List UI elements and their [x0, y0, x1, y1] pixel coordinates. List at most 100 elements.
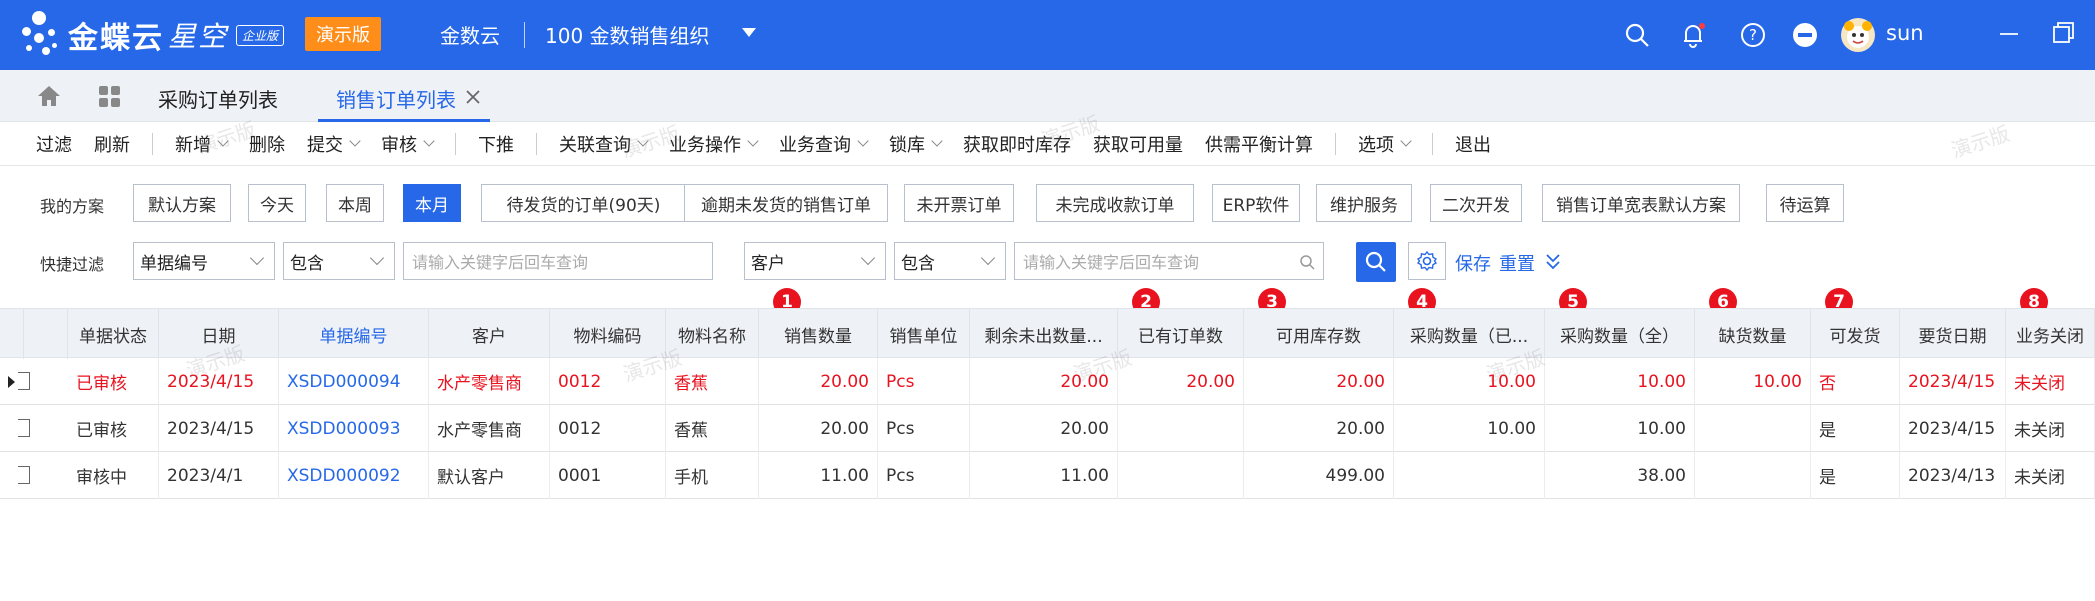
- filter-settings-button[interactable]: [1408, 242, 1446, 280]
- toolbar-item-label: 获取即时库存: [963, 134, 1071, 156]
- toolbar-item-5[interactable]: 审核: [381, 131, 435, 157]
- column-header-15[interactable]: 要货日期: [1900, 309, 2006, 359]
- table-cell: 是: [1811, 405, 1900, 452]
- table-row[interactable]: 已审核 2023/4/15 XSDD000093 水产零售商 0012 香蕉 20.00 Pc…: [0, 405, 2095, 452]
- toolbar-item-8[interactable]: 业务操作: [669, 131, 759, 157]
- scheme-button-8[interactable]: ERP软件: [1212, 184, 1300, 222]
- toolbar-item-label: 供需平衡计算: [1205, 134, 1313, 156]
- row-checkbox[interactable]: [18, 419, 30, 437]
- scheme-button-6[interactable]: 未开票订单: [904, 184, 1014, 222]
- chevron-down-icon: [349, 135, 361, 147]
- toolbar-item-label: 关联查询: [559, 134, 631, 156]
- column-header-14[interactable]: 可发货: [1811, 309, 1900, 359]
- toolbar-item-9[interactable]: 业务查询: [779, 131, 869, 157]
- search-icon: [1365, 251, 1386, 272]
- scheme-button-4[interactable]: 待发货的订单(90天): [481, 184, 686, 222]
- org-selector[interactable]: 100 金数销售组织: [545, 20, 710, 49]
- save-filter-link[interactable]: 保存: [1455, 250, 1491, 276]
- column-header-13[interactable]: 缺货数量: [1695, 309, 1811, 359]
- tab-sales-order-list[interactable]: 销售订单列表: [336, 84, 456, 113]
- user-name[interactable]: sun: [1886, 21, 1924, 45]
- scheme-button-10[interactable]: 二次开发: [1430, 184, 1522, 222]
- column-header-12[interactable]: 采购数量（全）: [1545, 309, 1695, 359]
- scheme-button-11[interactable]: 销售订单宽表默认方案: [1542, 184, 1740, 222]
- toolbar-item-4[interactable]: 提交: [307, 131, 361, 157]
- more-icon[interactable]: [1790, 20, 1820, 50]
- app-logo[interactable]: 金蝶云 星空 企业版: [18, 0, 285, 70]
- table-row[interactable]: 审核中 2023/4/1 XSDD000092 默认客户 0001 手机 11.00 Pcs 1…: [0, 452, 2095, 499]
- column-header-7[interactable]: 销售单位: [878, 309, 970, 359]
- table-header: 单据状态 日期 单据编号 客户 物料编码 物料名称 销售数量 销售单位 剩余未出数量... 已有订…: [0, 308, 2095, 359]
- tab-purchase-order-list[interactable]: 采购订单列表: [158, 84, 278, 113]
- avatar[interactable]: [1840, 17, 1876, 53]
- column-header-16[interactable]: 业务关闭: [2006, 309, 2095, 359]
- scheme-button-5[interactable]: 逾期未发货的销售订单: [684, 184, 888, 222]
- scheme-button-2[interactable]: 本周: [326, 184, 384, 222]
- row-checkbox[interactable]: [18, 372, 30, 390]
- scheme-button-12[interactable]: 待运算: [1766, 184, 1844, 222]
- column-header-2[interactable]: 单据编号: [279, 309, 429, 359]
- bill-number-link[interactable]: XSDD000092: [279, 452, 429, 499]
- toolbar-item-7[interactable]: 关联查询: [559, 131, 649, 157]
- column-header-4[interactable]: 物料编码: [550, 309, 666, 359]
- column-header-8[interactable]: 剩余未出数量...: [970, 309, 1118, 359]
- table-cell: [1695, 405, 1811, 452]
- column-header-6[interactable]: 销售数量: [759, 309, 878, 359]
- toolbar-item-2[interactable]: 新增: [175, 131, 229, 157]
- table-cell: 20.00: [1244, 358, 1394, 405]
- filter-operator-select-2[interactable]: 包含: [894, 242, 1006, 280]
- toolbar-item-6[interactable]: 下推: [478, 131, 514, 157]
- apps-grid-icon[interactable]: [98, 85, 122, 114]
- toolbar-item-12[interactable]: 获取可用量: [1093, 131, 1183, 157]
- column-header-3[interactable]: 客户: [429, 309, 550, 359]
- scheme-button-9[interactable]: 维护服务: [1316, 184, 1412, 222]
- table-cell: 0012: [550, 358, 666, 405]
- filter-keyword-input-2[interactable]: 请输入关键字后回车查询: [1014, 242, 1324, 280]
- minimize-icon[interactable]: [1994, 18, 2024, 48]
- column-header-9[interactable]: 已有订单数: [1118, 309, 1244, 359]
- scheme-button-1[interactable]: 今天: [248, 184, 306, 222]
- column-header-5[interactable]: 物料名称: [666, 309, 759, 359]
- chevron-down-icon: [1400, 135, 1412, 147]
- reset-filter-link[interactable]: 重置: [1499, 250, 1535, 276]
- filter-field-select-2[interactable]: 客户: [744, 242, 886, 280]
- bell-icon[interactable]: [1678, 20, 1708, 50]
- filter-operator-select-1[interactable]: 包含: [283, 242, 395, 280]
- home-icon[interactable]: [36, 84, 62, 113]
- filter-keyword-input-1[interactable]: 请输入关键字后回车查询: [403, 242, 713, 280]
- table-cell: [1118, 452, 1244, 499]
- company-name[interactable]: 金数云: [440, 20, 500, 49]
- demo-version-button[interactable]: 演示版: [305, 17, 381, 51]
- select-all-header[interactable]: [24, 309, 68, 359]
- expand-icon[interactable]: [1544, 252, 1562, 277]
- column-header-11[interactable]: 采购数量（已...: [1394, 309, 1545, 359]
- help-icon[interactable]: ?: [1738, 20, 1768, 50]
- toolbar-item-3[interactable]: 删除: [249, 131, 285, 157]
- scheme-button-0[interactable]: 默认方案: [133, 184, 231, 222]
- filter-field-select-1[interactable]: 单据编号: [133, 242, 275, 280]
- maximize-icon[interactable]: [2048, 18, 2078, 48]
- search-button[interactable]: [1356, 242, 1396, 282]
- toolbar-item-14[interactable]: 选项: [1358, 131, 1412, 157]
- column-header-1[interactable]: 日期: [159, 309, 279, 359]
- bill-number-link[interactable]: XSDD000093: [279, 405, 429, 452]
- toolbar-item-1[interactable]: 刷新: [94, 131, 130, 157]
- table-cell: 20.00: [1244, 405, 1394, 452]
- scheme-button-7[interactable]: 未完成收款订单: [1036, 184, 1194, 222]
- toolbar-item-13[interactable]: 供需平衡计算: [1205, 131, 1313, 157]
- org-dropdown-icon[interactable]: [742, 28, 756, 37]
- search-icon[interactable]: [1622, 20, 1652, 50]
- toolbar-item-0[interactable]: 过滤: [36, 131, 72, 157]
- row-checkbox[interactable]: [18, 466, 30, 484]
- close-tab-icon[interactable]: [464, 88, 482, 111]
- toolbar-item-11[interactable]: 获取即时库存: [963, 131, 1071, 157]
- chevron-down-icon: [980, 250, 996, 266]
- toolbar-item-15[interactable]: 退出: [1455, 131, 1491, 157]
- table-cell: 11.00: [759, 452, 878, 499]
- bill-number-link[interactable]: XSDD000094: [279, 358, 429, 405]
- column-header-10[interactable]: 可用库存数: [1244, 309, 1394, 359]
- column-header-0[interactable]: 单据状态: [68, 309, 159, 359]
- scheme-button-3[interactable]: 本月: [403, 184, 461, 222]
- toolbar-item-10[interactable]: 锁库: [889, 131, 943, 157]
- table-row[interactable]: 已审核 2023/4/15 XSDD000094 水产零售商 0012 香蕉 20.00 Pc…: [0, 358, 2095, 405]
